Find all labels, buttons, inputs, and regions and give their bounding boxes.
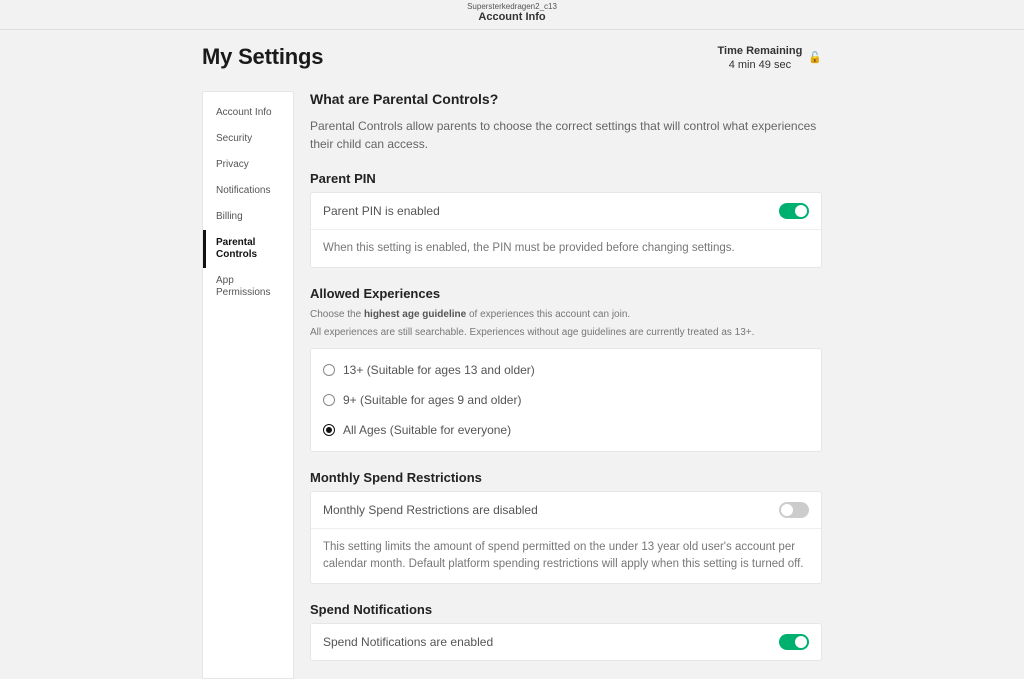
parent-pin-help: When this setting is enabled, the PIN mu…	[311, 230, 821, 267]
monthly-spend-card: Monthly Spend Restrictions are disabled …	[310, 491, 822, 585]
sidebar-item-app-permissions[interactable]: App Permissions	[203, 268, 293, 306]
spend-notif-toggle[interactable]	[779, 634, 809, 650]
age-option[interactable]: 13+ (Suitable for ages 13 and older)	[323, 355, 809, 385]
topbar: Supersterkedragen2_c13 Account Info	[0, 0, 1024, 30]
monthly-spend-heading: Monthly Spend Restrictions	[310, 470, 822, 485]
spend-notif-heading: Spend Notifications	[310, 602, 822, 617]
monthly-spend-status: Monthly Spend Restrictions are disabled	[323, 503, 538, 517]
radio-icon	[323, 394, 335, 406]
monthly-spend-toggle[interactable]	[779, 502, 809, 518]
settings-sidebar: Account InfoSecurityPrivacyNotifications…	[202, 91, 294, 679]
sidebar-item-account-info[interactable]: Account Info	[203, 100, 293, 126]
age-option-label: 9+ (Suitable for ages 9 and older)	[343, 393, 521, 407]
time-remaining-label: Time Remaining	[718, 44, 803, 58]
parent-pin-toggle[interactable]	[779, 203, 809, 219]
age-option[interactable]: All Ages (Suitable for everyone)	[323, 415, 809, 445]
parent-pin-status: Parent PIN is enabled	[323, 204, 440, 218]
parent-pin-heading: Parent PIN	[310, 171, 822, 186]
sidebar-item-billing[interactable]: Billing	[203, 204, 293, 230]
age-option-label: All Ages (Suitable for everyone)	[343, 423, 511, 437]
spend-notif-card: Spend Notifications are enabled	[310, 623, 822, 661]
page-title: My Settings	[202, 44, 323, 70]
age-option-label: 13+ (Suitable for ages 13 and older)	[343, 363, 535, 377]
spend-notif-status: Spend Notifications are enabled	[323, 635, 493, 649]
sidebar-item-security[interactable]: Security	[203, 126, 293, 152]
intro-body: Parental Controls allow parents to choos…	[310, 117, 822, 153]
monthly-spend-help: This setting limits the amount of spend …	[311, 529, 821, 584]
allowed-exp-heading: Allowed Experiences	[310, 286, 822, 301]
time-remaining: Time Remaining 4 min 49 sec 🔓	[718, 44, 822, 73]
topbar-username: Supersterkedragen2_c13	[0, 2, 1024, 11]
sidebar-item-parental-controls[interactable]: Parental Controls	[203, 230, 293, 268]
lock-icon: 🔓	[808, 51, 822, 65]
allowed-exp-hint1: Choose the highest age guideline of expe…	[310, 307, 822, 322]
allowed-exp-hint2: All experiences are still searchable. Ex…	[310, 325, 822, 340]
allowed-exp-card: 13+ (Suitable for ages 13 and older) 9+ (…	[310, 348, 822, 452]
topbar-title: Account Info	[0, 11, 1024, 23]
radio-icon	[323, 364, 335, 376]
sidebar-item-privacy[interactable]: Privacy	[203, 152, 293, 178]
time-remaining-value: 4 min 49 sec	[718, 58, 803, 72]
settings-content: What are Parental Controls? Parental Con…	[310, 91, 822, 679]
radio-icon	[323, 424, 335, 436]
intro-heading: What are Parental Controls?	[310, 91, 822, 107]
parent-pin-card: Parent PIN is enabled When this setting …	[310, 192, 822, 268]
sidebar-item-notifications[interactable]: Notifications	[203, 178, 293, 204]
age-option[interactable]: 9+ (Suitable for ages 9 and older)	[323, 385, 809, 415]
